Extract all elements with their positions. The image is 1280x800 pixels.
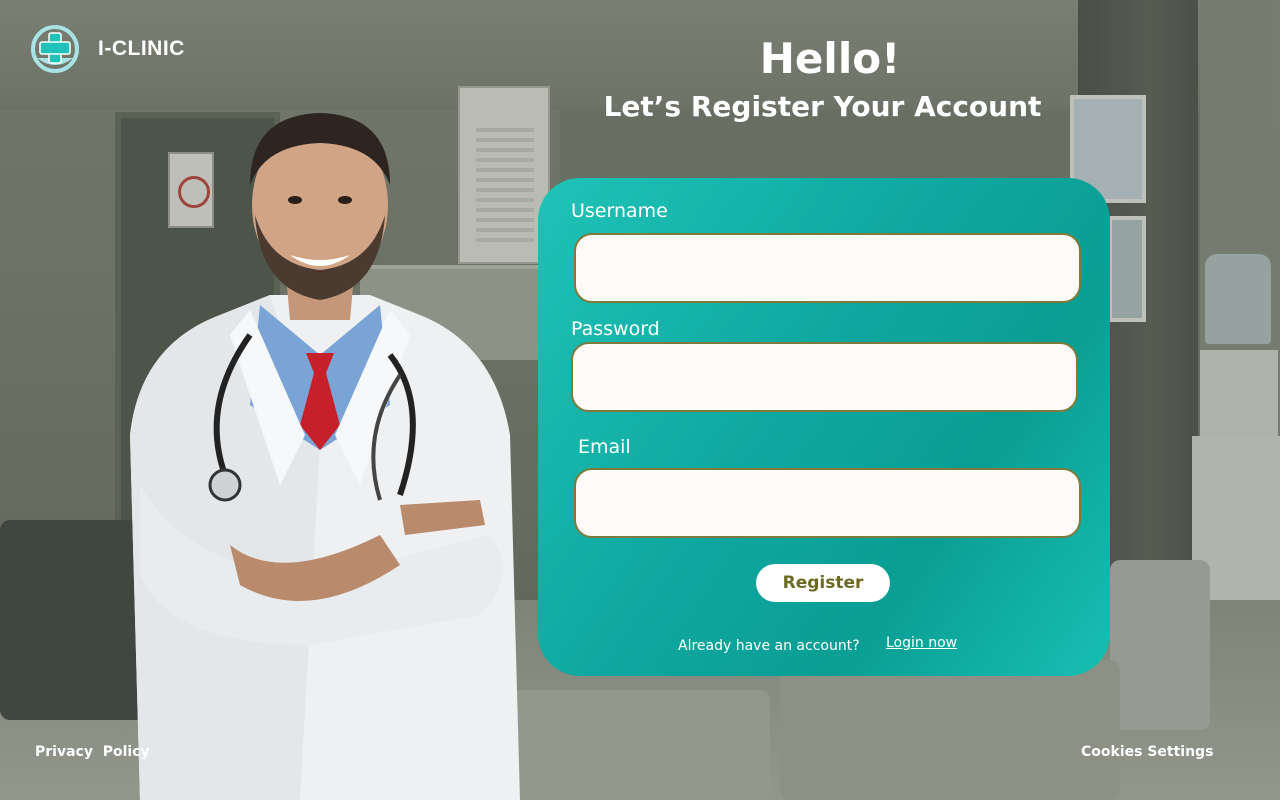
email-input[interactable] [574, 468, 1081, 538]
password-label: Password [571, 318, 660, 340]
doctor-photo [100, 105, 540, 800]
email-label: Email [578, 436, 631, 458]
page-title: Hello! [759, 34, 901, 83]
doctor-illustration [130, 113, 520, 800]
login-now-link[interactable]: Login now [886, 635, 957, 651]
cookies-settings-link[interactable]: Cookies Settings [1081, 744, 1213, 760]
brand-name: I-CLINIC [98, 37, 185, 60]
password-input[interactable] [571, 342, 1078, 412]
privacy-policy-link[interactable]: Privacy Policy [35, 744, 150, 760]
page-subtitle: Let’s Register Your Account [603, 90, 1042, 123]
register-form-card: Username Password Email Register Already… [538, 178, 1110, 676]
already-have-account-text: Already have an account? [678, 638, 860, 654]
brand[interactable]: I-CLINIC [30, 24, 185, 74]
username-input[interactable] [574, 233, 1081, 303]
register-button[interactable]: Register [756, 564, 890, 602]
username-label: Username [571, 200, 668, 222]
medical-cross-icon [31, 25, 79, 73]
